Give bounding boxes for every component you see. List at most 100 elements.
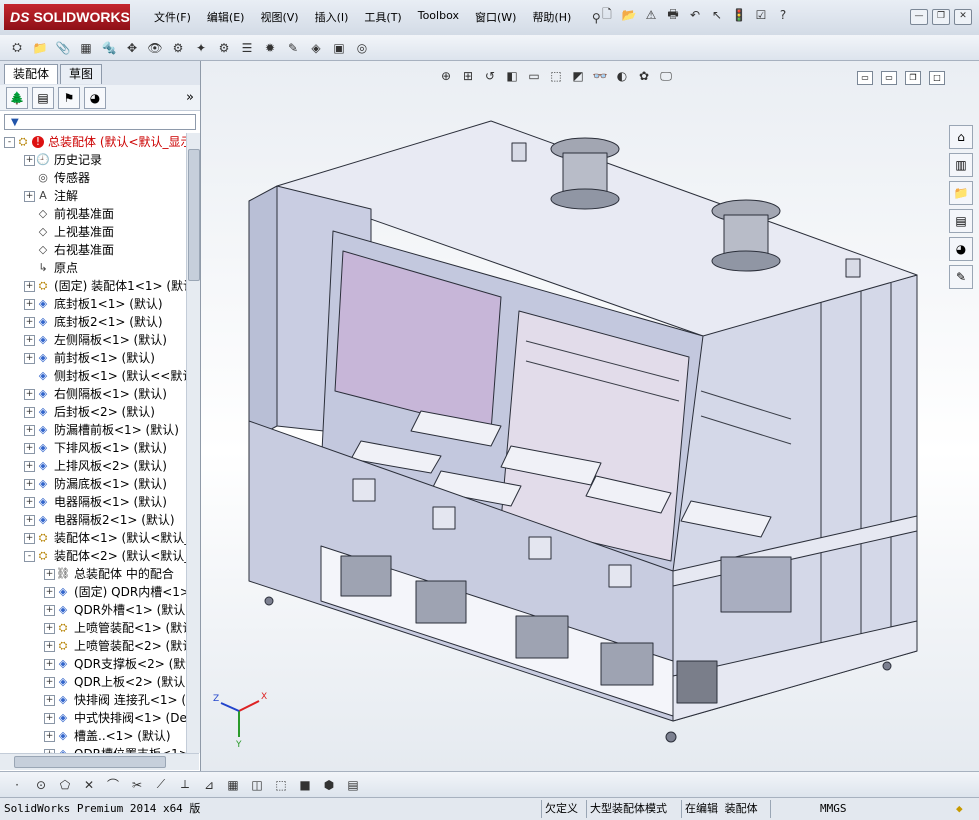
tree-item[interactable]: +◈ QDR支撑板<2> (默认) xyxy=(0,655,186,673)
tree-item[interactable]: -⛭ 装配体<2> (默认<默认_显 xyxy=(0,547,186,565)
expand-icon[interactable]: + xyxy=(44,713,55,724)
scroll-thumb[interactable] xyxy=(188,149,200,281)
tree-item[interactable]: + ◈ 槽盖..<1> (默认) xyxy=(0,727,186,745)
display-manager-icon[interactable]: ◕ xyxy=(84,86,106,109)
show-hidden-icon[interactable]: 👁 xyxy=(146,39,164,57)
tree-item[interactable]: + ◈ 上排风板<2> (默认) xyxy=(0,457,186,475)
tree-item[interactable]: + ◈ 左侧隔板<1> (默认) xyxy=(0,331,186,349)
menu-view[interactable]: 视图(V) xyxy=(252,9,306,27)
restore-icon[interactable]: ❐ xyxy=(932,9,950,25)
tree-item[interactable]: + ◈ 右侧隔板<1> (默认) xyxy=(0,385,186,403)
minimize-icon[interactable]: — xyxy=(910,9,928,25)
panel-expand-icon[interactable]: » xyxy=(186,90,194,105)
menu-insert[interactable]: 插入(I) xyxy=(307,9,357,27)
point-icon[interactable]: · xyxy=(8,776,26,794)
tree-item[interactable]: +◈ (固定) QDR内槽<1> (默 xyxy=(0,583,186,601)
tree-item[interactable]: +⛭ 上喷管装配<1> (默认< xyxy=(0,619,186,637)
expand-icon[interactable]: + xyxy=(44,677,55,688)
tree-item[interactable]: +◈QDR槽位置支板<1> (默 xyxy=(0,745,186,753)
expand-icon[interactable]: + xyxy=(24,407,35,418)
tree-item[interactable]: ◇ 前视基准面 xyxy=(0,205,186,223)
menu-tools[interactable]: 工具(T) xyxy=(356,9,409,27)
tree-item[interactable]: +◈ 中式快排阀<1> (Defau xyxy=(0,709,186,727)
tree-item[interactable]: + ◈ 后封板<2> (默认) xyxy=(0,403,186,421)
tree-item[interactable]: + ◈ 电器隔板<1> (默认) xyxy=(0,493,186,511)
graphics-area[interactable]: ⊕ ⊞ ↺ ◧ ▭ ⬚ ◩ 👓 ◐ ✿ 🖵 ▭ ▭ ❐ □ ⌂ ▥ 📁 ▤ ◕ … xyxy=(201,61,979,771)
tree-item[interactable]: + ◈ 前封板<1> (默认) xyxy=(0,349,186,367)
extend-icon[interactable]: ⟋ xyxy=(152,776,170,794)
expand-icon[interactable]: + xyxy=(44,605,55,616)
tree-item[interactable]: ◎ 传感器 xyxy=(0,169,186,187)
new-document-icon[interactable]: 🗋 xyxy=(598,6,616,24)
options-icon[interactable]: ☑ xyxy=(752,6,770,24)
tab-assembly[interactable]: 装配体 xyxy=(4,64,59,84)
tree-item[interactable]: + ◈ 底封板2<1> (默认) xyxy=(0,313,186,331)
expand-icon[interactable]: + xyxy=(24,191,35,202)
scroll-thumb-horizontal[interactable] xyxy=(14,756,166,768)
explode-line-sketch-icon[interactable]: ✎ xyxy=(284,39,302,57)
smart-fasteners-icon[interactable]: 🔩 xyxy=(100,39,118,57)
expand-icon[interactable]: + xyxy=(44,587,55,598)
insert-component-icon[interactable]: 📁 xyxy=(31,39,49,57)
expand-icon[interactable]: + xyxy=(44,623,55,634)
solidworks-logo[interactable]: DS SOLIDWORKS xyxy=(4,4,130,30)
menu-edit[interactable]: 编辑(E) xyxy=(199,9,253,27)
new-motion-study-icon[interactable]: ⚙ xyxy=(215,39,233,57)
polygon-icon[interactable]: ⬠ xyxy=(56,776,74,794)
save-warning-icon[interactable]: ⚠ xyxy=(642,6,660,24)
tab-sketch[interactable]: 草图 xyxy=(60,64,103,84)
reference-geometry-icon[interactable]: ✦ xyxy=(192,39,210,57)
grid-icon[interactable]: ▦ xyxy=(224,776,242,794)
box-icon[interactable]: ⬚ xyxy=(272,776,290,794)
expand-icon[interactable]: + xyxy=(24,461,35,472)
arc-icon[interactable]: ⌒ xyxy=(104,776,122,794)
tree-item[interactable]: ◇ 上视基准面 xyxy=(0,223,186,241)
configuration-manager-icon[interactable]: ⚑ xyxy=(58,86,80,109)
circle-icon[interactable]: ⊙ xyxy=(32,776,50,794)
tree-item[interactable]: + ◈ 防漏槽前板<1> (默认) xyxy=(0,421,186,439)
print-icon[interactable]: 🖶 xyxy=(664,6,682,24)
tree-item[interactable]: + 🕘 历史记录 xyxy=(0,151,186,169)
tree-item[interactable]: +⛭ 上喷管装配<2> (默认< xyxy=(0,637,186,655)
exploded-view-icon[interactable]: ✹ xyxy=(261,39,279,57)
tree-item[interactable]: + ◈ 防漏底板<1> (默认) xyxy=(0,475,186,493)
collapse-icon[interactable]: - xyxy=(24,551,35,562)
expand-icon[interactable]: + xyxy=(44,569,55,580)
clearance-verification-icon[interactable]: ▣ xyxy=(330,39,348,57)
offset-icon[interactable]: ⟂ xyxy=(176,776,194,794)
assembly-features-icon[interactable]: ⚙ xyxy=(169,39,187,57)
tree-item[interactable]: + ◈ QDR上板<2> (默认) xyxy=(0,673,186,691)
tree-item[interactable]: ◇ 右视基准面 xyxy=(0,241,186,259)
tree-item[interactable]: ◈ 侧封板<1> (默认<<默认>_显 xyxy=(0,367,186,385)
tree-item[interactable]: +⛭ 装配体<1> (默认<默认_显 xyxy=(0,529,186,547)
expand-icon[interactable]: + xyxy=(44,659,55,670)
tree-vertical-scrollbar[interactable] xyxy=(186,133,200,753)
expand-icon[interactable]: + xyxy=(44,695,55,706)
tree-item[interactable]: + A 注解 xyxy=(0,187,186,205)
pattern-icon[interactable]: ▦ xyxy=(77,39,95,57)
menu-window[interactable]: 窗口(W) xyxy=(467,9,524,27)
trim-icon[interactable]: ✂ xyxy=(128,776,146,794)
cube-icon[interactable]: ⬢ xyxy=(320,776,338,794)
tree-filter-input[interactable]: ▼ xyxy=(4,114,196,130)
expand-icon[interactable]: + xyxy=(24,155,35,166)
tree-item[interactable]: + ◈ 下排风板<1> (默认) xyxy=(0,439,186,457)
help-icon[interactable]: ? xyxy=(774,6,792,24)
expand-icon[interactable]: + xyxy=(24,533,35,544)
mate-icon[interactable]: 📎 xyxy=(54,39,72,57)
expand-icon[interactable]: + xyxy=(24,335,35,346)
tree-item[interactable]: ↳ 原点 xyxy=(0,259,186,277)
select-icon[interactable]: ↖ xyxy=(708,6,726,24)
menu-help[interactable]: 帮助(H) xyxy=(524,9,579,27)
cross-icon[interactable]: ✕ xyxy=(80,776,98,794)
hole-alignment-icon[interactable]: ◎ xyxy=(353,39,371,57)
mirror-icon[interactable]: ⊿ xyxy=(200,776,218,794)
tree-item[interactable]: + ◈ 电器隔板2<1> (默认) xyxy=(0,511,186,529)
expand-icon[interactable]: + xyxy=(24,479,35,490)
property-manager-icon[interactable]: ▤ xyxy=(32,86,54,109)
menu-file[interactable]: 文件(F) xyxy=(146,9,199,27)
menu-toolbox[interactable]: Toolbox xyxy=(410,9,467,27)
tree-item[interactable]: +⛭ (固定) 装配体1<1> (默认< xyxy=(0,277,186,295)
tree-item[interactable]: -! ⛭ 总装配体 (默认<默认_显示 xyxy=(0,133,186,151)
tree-item[interactable]: + ◈ 底封板1<1> (默认) xyxy=(0,295,186,313)
